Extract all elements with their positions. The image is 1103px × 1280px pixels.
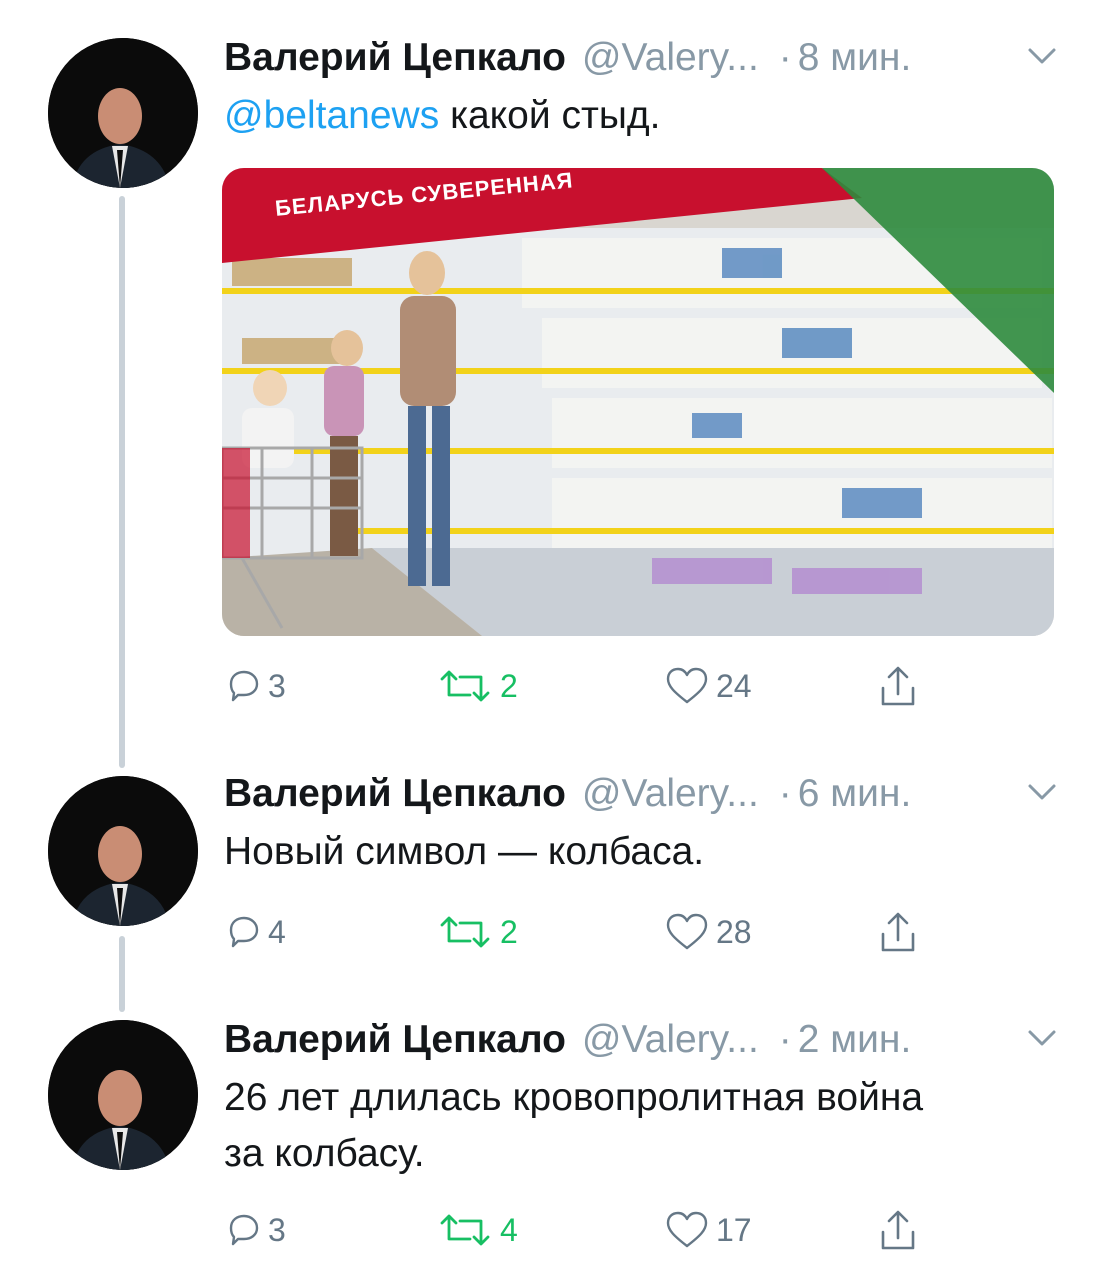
share-icon (881, 666, 915, 706)
chevron-down-icon[interactable] (1020, 1018, 1064, 1058)
tweet-text: @beltanews какой стыд. (224, 88, 1074, 144)
chevron-down-icon[interactable] (1020, 36, 1064, 76)
like-icon (666, 913, 708, 950)
retweet-icon (440, 916, 490, 948)
mention-link[interactable]: @beltanews (224, 94, 439, 137)
separator-dot: · (778, 1018, 792, 1061)
retweet-count: 2 (500, 913, 518, 950)
tweet-text: Новый символ — колбаса. (224, 830, 705, 873)
tweet-text: 26 лет длилась кровопролитная война за к… (224, 1070, 1074, 1182)
tweet[interactable]: Валерий Цепкало @Valery... · 8 мин. @bel… (0, 30, 1103, 730)
retweet-button[interactable]: 2 (436, 908, 518, 956)
avatar-photo (48, 776, 198, 926)
reply-icon (229, 670, 259, 702)
author-name[interactable]: Валерий Цепкало (224, 772, 566, 816)
like-icon (666, 667, 708, 704)
share-icon (881, 912, 915, 952)
tweet-actions: 4 2 28 (224, 908, 984, 956)
like-button[interactable]: 28 (664, 908, 752, 956)
like-count: 24 (716, 667, 752, 704)
tweet-header: Валерий Цепкало @Valery... · 8 мин. (224, 30, 911, 86)
like-button[interactable]: 24 (664, 662, 752, 710)
timestamp[interactable]: 2 мин. (798, 1018, 912, 1062)
reply-button[interactable]: 3 (224, 662, 286, 710)
timestamp[interactable]: 8 мин. (798, 36, 912, 80)
separator-dot: · (778, 36, 792, 79)
reply-icon (229, 916, 259, 948)
retweet-icon (440, 670, 490, 702)
author-handle[interactable]: @Valery... (582, 1018, 759, 1062)
like-icon (666, 1211, 708, 1248)
tweet-text-line: 26 лет длилась кровопролитная война (224, 1076, 924, 1119)
share-button[interactable] (878, 1206, 924, 1254)
tweet-body: какой стыд. (450, 94, 661, 137)
chevron-down-icon[interactable] (1020, 772, 1064, 812)
like-count: 17 (716, 1211, 752, 1248)
tweet-actions: 3 4 17 (224, 1206, 984, 1254)
author-name[interactable]: Валерий Цепкало (224, 1018, 566, 1062)
reply-icon (229, 1214, 259, 1246)
tweet-actions: 3 2 24 (224, 662, 984, 710)
retweet-button[interactable]: 4 (436, 1206, 518, 1254)
share-button[interactable] (878, 662, 924, 710)
reply-count: 3 (268, 1211, 286, 1248)
retweet-count: 2 (500, 667, 518, 704)
supermarket-photo (222, 168, 1054, 636)
share-icon (881, 1210, 915, 1250)
author-handle[interactable]: @Valery... (582, 36, 759, 80)
tweet-text-line: за колбасу. (224, 1132, 425, 1175)
like-button[interactable]: 17 (664, 1206, 752, 1254)
tweet-image[interactable]: БЕЛАРУСЬ СУВЕРЕННАЯ (222, 168, 1054, 636)
retweet-count: 4 (500, 1211, 518, 1248)
tweet-header: Валерий Цепкало @Valery... · 6 мин. (224, 766, 911, 822)
retweet-icon (440, 1214, 490, 1246)
tweet[interactable]: Валерий Цепкало @Valery... · 2 мин. 26 л… (0, 1012, 1103, 1272)
avatar[interactable] (48, 776, 198, 926)
avatar-photo (48, 1020, 198, 1170)
avatar[interactable] (48, 1020, 198, 1170)
share-button[interactable] (878, 908, 924, 956)
separator-dot: · (778, 772, 792, 815)
retweet-button[interactable]: 2 (436, 662, 518, 710)
reply-count: 4 (268, 913, 286, 950)
author-handle[interactable]: @Valery... (582, 772, 759, 816)
reply-button[interactable]: 4 (224, 908, 286, 956)
author-name[interactable]: Валерий Цепкало (224, 36, 566, 80)
tweet[interactable]: Валерий Цепкало @Valery... · 6 мин. Новы… (0, 766, 1103, 966)
reply-count: 3 (268, 667, 286, 704)
reply-button[interactable]: 3 (224, 1206, 286, 1254)
like-count: 28 (716, 913, 752, 950)
timestamp[interactable]: 6 мин. (798, 772, 912, 816)
avatar-photo (48, 38, 198, 188)
tweet-header: Валерий Цепкало @Valery... · 2 мин. (224, 1012, 911, 1068)
avatar[interactable] (48, 38, 198, 188)
